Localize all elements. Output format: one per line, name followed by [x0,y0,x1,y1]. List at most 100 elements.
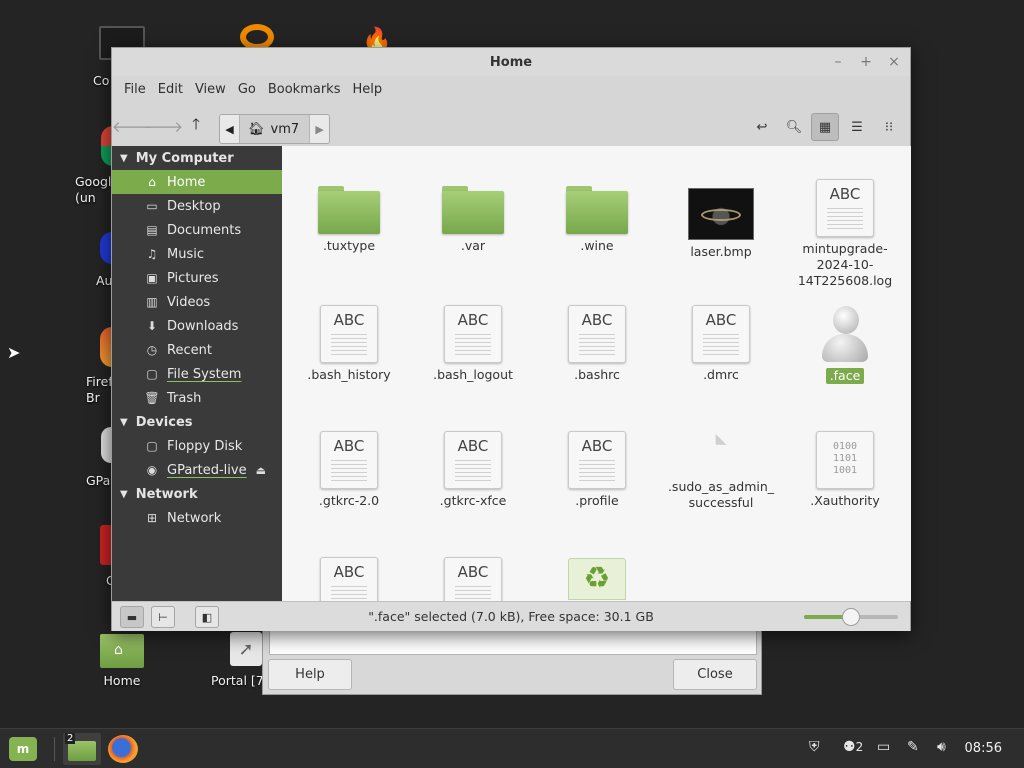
taskbar-files-button[interactable]: 2 [63,733,101,765]
sidebar-item-label: Home [167,174,206,190]
doc-icon-text: ABC [333,311,365,329]
home-desktop-icon[interactable]: ⌂ [100,628,144,668]
sidebar-item-floppy-disk[interactable]: ▢ Floppy Disk [112,434,282,458]
menu-help[interactable]: Help [346,82,388,97]
file-name: .bash_history [307,367,391,382]
search-button[interactable]: 🔍︎ [780,113,808,141]
recycle-icon: ♻ [568,558,626,600]
sidebar-section-devices[interactable]: ▼ Devices [112,410,282,434]
section-header: Devices [135,414,193,430]
film-icon: ▥ [146,295,158,309]
clock[interactable]: 08:56 [965,741,1002,756]
up-button[interactable]: 🡑 [183,113,209,139]
menu-bookmarks[interactable]: Bookmarks [262,82,347,97]
menu-view[interactable]: View [189,82,232,97]
gparted-desktop-icon[interactable] [101,427,111,463]
file-item[interactable]: ABC .bashrc [535,305,659,383]
arrow-right-icon: 🡒 [142,117,184,136]
title-bar[interactable]: Home – + × [112,48,910,76]
sidebar-section-network[interactable]: ▼ Network [112,482,282,506]
music-icon: ♫ [146,247,158,261]
sidebar-item-desktop[interactable]: ▭ Desktop [112,194,282,218]
sidebar: ▼ My Computer ⌂ Home ▭ Desktop ▤ Documents ♫… [112,146,282,601]
dialog-help-button[interactable]: Help [268,659,352,690]
sidebar-item-trash[interactable]: 🗑︎ Trash [112,386,282,410]
doc-icon-text: ABC [705,311,737,329]
toggle-location-button[interactable]: ↩ [748,113,776,141]
sidebar-item-music[interactable]: ♫ Music [112,242,282,266]
menu-file[interactable]: File [118,82,152,97]
sidebar-item-network[interactable]: ⊞ Network [112,506,282,530]
file-item[interactable]: .tuxtype [287,184,411,254]
tray-keyboard-icon[interactable]: ▭ [877,739,890,755]
sidebar-item-gparted-live[interactable]: ◉ GParted-live ⏏ [112,458,282,482]
file-name: .face [825,368,865,384]
zoom-slider[interactable] [804,608,898,626]
taskbar-firefox-button[interactable] [108,735,138,763]
file-item[interactable]: ABC [287,557,411,601]
file-item[interactable]: .wine [535,184,659,254]
tray-pen-icon[interactable]: ✎ [907,739,919,755]
sidebar-item-documents[interactable]: ▤ Documents [112,218,282,242]
file-item[interactable]: ♻ [535,558,659,600]
icon-view-button[interactable]: ▦ [811,113,839,141]
expander-down-icon: ▼ [120,416,128,428]
eject-icon[interactable]: ⏏ [256,464,266,477]
drive-icon: ▢ [146,367,158,381]
sidebar-item-file-system[interactable]: ▢ File System [112,362,282,386]
file-item[interactable]: ABC .gtkrc-xfce [411,431,535,509]
text-file-icon: ABC [320,431,378,489]
forward-button[interactable]: 🡒 [143,113,183,139]
file-item[interactable]: .var [411,184,535,254]
dialog-text-field[interactable] [269,629,757,655]
window-title: Home [489,55,533,70]
mint-menu-button[interactable]: m [9,737,37,761]
file-item[interactable]: ◣ .sudo_as_admin_ successful [659,421,783,511]
sidebar-item-home[interactable]: ⌂ Home [112,170,282,194]
file-name: .wine [580,238,614,253]
zoom-slider-handle[interactable] [842,608,860,626]
sidebar-item-recent[interactable]: ◷ Recent [112,338,282,362]
minimize-button[interactable]: – [828,52,848,72]
file-item[interactable]: ABC mintupgrade- 2024-10- 14T225608.log [783,179,907,289]
file-item[interactable]: ABC [411,557,535,601]
file-item[interactable]: 0100 1101 1001 .Xauthority [783,431,907,509]
list-view-button[interactable]: ☰ [843,113,871,141]
portal-desktop-icon[interactable]: ➚ [230,632,262,666]
file-item[interactable]: ABC .bash_history [287,305,411,383]
text-file-icon: ABC [692,305,750,363]
back-button[interactable]: 🡐 [112,113,152,139]
download-icon: ⬇ [146,319,158,333]
sidebar-section-my-computer[interactable]: ▼ My Computer [112,146,282,170]
path-current-label: vm7 [270,121,300,137]
menu-go[interactable]: Go [232,82,262,97]
sidebar-item-pictures[interactable]: ▣ Pictures [112,266,282,290]
tray-users-icon[interactable]: ⚉2 [843,739,863,755]
tray-shield-icon[interactable]: ⛨ [809,739,820,755]
file-item[interactable]: ABC .bash_logout [411,305,535,383]
menu-edit[interactable]: Edit [152,82,189,97]
doc-icon-text: ABC [333,437,365,455]
floppy-icon: ▢ [146,439,158,453]
compact-view-button[interactable]: ⁝⁝ [875,113,903,141]
path-scroll-right-button[interactable]: ▶ [309,115,329,143]
file-item[interactable]: ABC .gtkrc-2.0 [287,431,411,509]
binary-file-icon: 0100 1101 1001 [816,431,874,489]
sidebar-item-videos[interactable]: ▥ Videos [112,290,282,314]
file-name: .bash_logout [433,367,513,382]
file-item[interactable]: ABC .profile [535,431,659,509]
close-button[interactable]: × [884,52,904,72]
sidebar-item-downloads[interactable]: ⬇ Downloads [112,314,282,338]
text-file-icon: ABC [568,305,626,363]
text-file-icon: ABC [816,179,874,237]
file-item-selected[interactable]: .face [783,304,907,384]
list-icon: ☰ [851,119,863,135]
doc-icon-text: ABC [457,563,489,581]
path-current-button[interactable]: 🏠︎ vm7 [240,115,310,143]
file-item[interactable]: laser.bmp [659,188,783,260]
maximize-button[interactable]: + [856,52,876,72]
dialog-close-button[interactable]: Close [673,659,757,690]
file-item[interactable]: ABC .dmrc [659,305,783,383]
path-scroll-left-button[interactable]: ◀ [220,115,240,143]
tray-volume-icon[interactable]: 🔊︎ [937,739,946,755]
